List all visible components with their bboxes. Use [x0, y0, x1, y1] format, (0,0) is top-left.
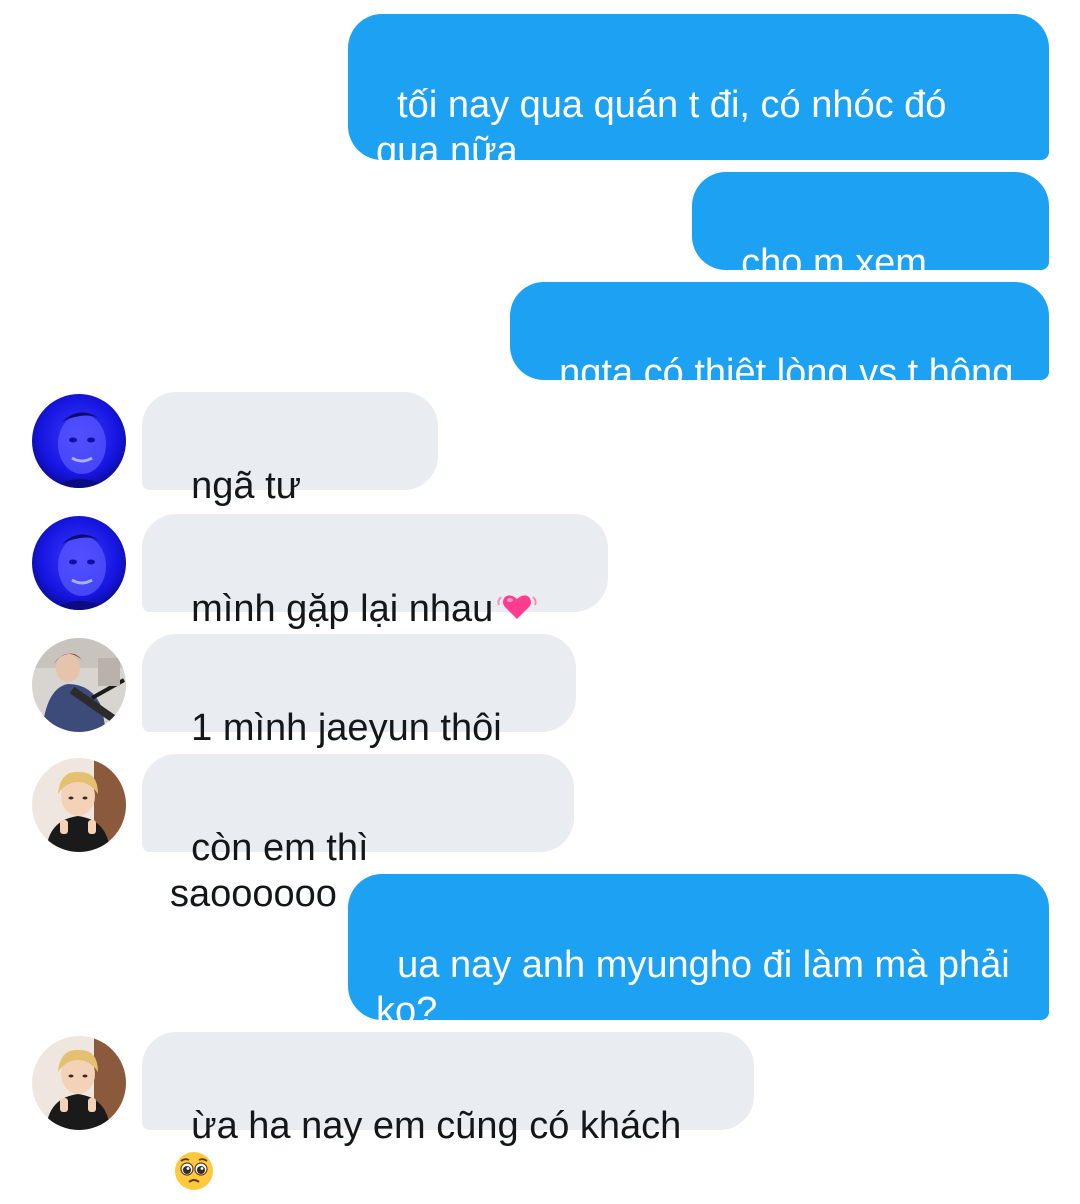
outgoing-message-bubble[interactable]: ua nay anh myungho đi làm mà phải ko? — [348, 874, 1049, 1032]
blond-boy-avatar[interactable] — [32, 1036, 126, 1130]
beating-heart-emoji — [495, 585, 539, 636]
incoming-message-bubble[interactable]: mình gặp lại nhau — [142, 514, 608, 679]
incoming-message-bubble[interactable]: ngã tư đường — [142, 392, 438, 553]
message-text: ừa ha nay em cũng có khách — [191, 1105, 682, 1147]
blond-boy-avatar[interactable] — [32, 758, 126, 852]
outgoing-message-bubble[interactable]: cho m xem trước — [692, 172, 1049, 330]
message-text: ua nay anh myungho đi làm mà phải ko? — [376, 944, 1010, 1032]
pleading-face-emoji — [172, 1149, 216, 1204]
message-text: mình gặp lại nhau — [191, 588, 494, 630]
outgoing-message-bubble[interactable]: ngta có thiệt lòng vs t hông — [510, 282, 1049, 394]
guitar-player-avatar[interactable] — [32, 638, 126, 732]
incoming-message-bubble[interactable]: còn em thì saoooooo — [142, 754, 574, 915]
blue-portrait-avatar[interactable] — [32, 516, 126, 610]
message-text: ngta có thiệt lòng vs t hông — [559, 352, 1014, 394]
incoming-message-bubble[interactable]: ừa ha nay em cũng có khách — [142, 1032, 754, 1190]
incoming-message-bubble[interactable]: 1 mình jaeyun thôi hả — [142, 634, 576, 795]
outgoing-message-bubble[interactable]: tối nay qua quán t đi, có nhóc đó qua nữ… — [348, 14, 1049, 172]
blue-portrait-avatar[interactable] — [32, 394, 126, 488]
message-text: tối nay qua quán t đi, có nhóc đó qua nữ… — [376, 84, 947, 172]
